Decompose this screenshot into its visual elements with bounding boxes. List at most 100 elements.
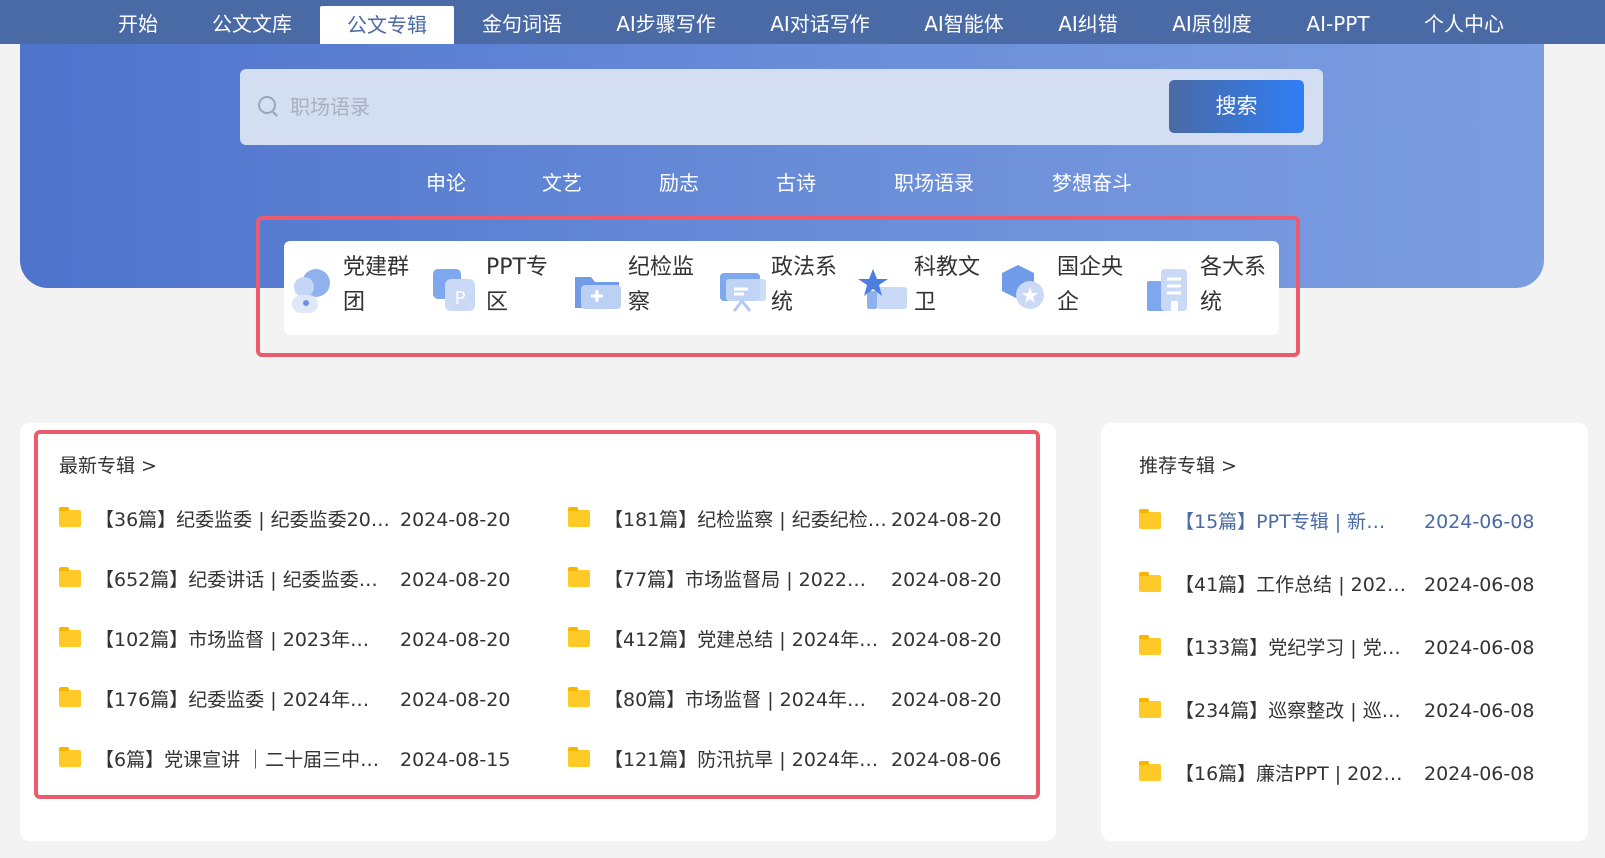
category-party-building[interactable]: 党建群团 bbox=[286, 241, 420, 335]
nav-item-library[interactable]: 公文文库 bbox=[206, 0, 298, 44]
recommended-item[interactable]: 【16篇】廉洁PPT | 2024年廉政教育 2024-06-08 bbox=[1139, 760, 1534, 790]
folder-icon bbox=[1139, 761, 1161, 781]
nav-item-ai-chat-writing[interactable]: AI对话写作 bbox=[762, 0, 878, 44]
recommended-item[interactable]: 【234篇】巡察整改 | 巡察反馈整改 2024-06-08 bbox=[1139, 697, 1534, 727]
recommended-albums-title[interactable]: 推荐专辑 > bbox=[1139, 451, 1237, 478]
album-item[interactable]: 【121篇】防汛抗旱 | 2024年工作部署 2024-08-06 bbox=[568, 746, 1002, 776]
nav-item-profile[interactable]: 个人中心 bbox=[1418, 0, 1510, 44]
album-title: 【181篇】纪检监察 | 纪委纪检工作 bbox=[604, 509, 892, 531]
category-label: 纪检监察 bbox=[628, 255, 695, 315]
album-title: 【6篇】党课宣讲 ｜二十届三中全会精神 bbox=[95, 749, 385, 771]
folder-icon bbox=[59, 507, 81, 527]
album-title: 【121篇】防汛抗旱 | 2024年工作部署 bbox=[604, 749, 892, 771]
top-nav: 开始 公文文库 公文专辑 金句词语 AI步骤写作 AI对话写作 AI智能体 AI… bbox=[0, 0, 1605, 44]
quick-tag-workplace-quotes[interactable]: 职场语录 bbox=[894, 167, 974, 196]
folder-icon bbox=[1139, 635, 1161, 655]
folder-plus-icon bbox=[575, 277, 621, 309]
category-label: 科教文卫 bbox=[914, 255, 981, 315]
quick-tag-inspiration[interactable]: 励志 bbox=[659, 167, 699, 196]
latest-albums-title[interactable]: 最新专辑 > bbox=[59, 451, 157, 478]
ppt-icon: P bbox=[433, 269, 475, 311]
nav-item-ai-correction[interactable]: AI纠错 bbox=[1052, 0, 1124, 44]
album-title: 【77篇】市场监督局 | 2022年工作 bbox=[604, 569, 884, 591]
quick-tag-poetry[interactable]: 古诗 bbox=[776, 167, 816, 196]
album-date: 2024-06-08 bbox=[1424, 763, 1535, 785]
album-date: 2024-08-20 bbox=[400, 629, 511, 651]
category-major-systems[interactable]: 各大系统 bbox=[1143, 241, 1277, 335]
category-discipline-inspection[interactable]: 纪检监察 bbox=[571, 241, 705, 335]
album-item[interactable]: 【6篇】党课宣讲 ｜二十届三中全会精神 2024-08-15 bbox=[59, 746, 511, 776]
folder-icon bbox=[568, 507, 590, 527]
category-label: 国企央企 bbox=[1057, 255, 1124, 315]
album-title: 【16篇】廉洁PPT | 2024年廉政教育 bbox=[1175, 763, 1413, 785]
quick-tag-dreams[interactable]: 梦想奋斗 bbox=[1052, 167, 1132, 196]
album-item[interactable]: 【36篇】纪委监委 | 纪委监委2024年 2024-08-20 bbox=[59, 506, 511, 536]
album-date: 2024-08-20 bbox=[891, 569, 1002, 591]
category-state-enterprises[interactable]: 国企央企 bbox=[1000, 241, 1134, 335]
quick-tag-shenlun[interactable]: 申论 bbox=[426, 167, 466, 196]
album-date: 2024-08-20 bbox=[400, 689, 511, 711]
category-politics-law[interactable]: 政法系统 bbox=[714, 241, 848, 335]
album-date: 2024-08-15 bbox=[400, 749, 511, 771]
folder-icon bbox=[59, 747, 81, 767]
album-title: 【133篇】党纪学习 | 党纪学习教育 bbox=[1175, 637, 1413, 659]
folder-icon bbox=[1139, 572, 1161, 592]
album-item[interactable]: 【181篇】纪检监察 | 纪委纪检工作 2024-08-20 bbox=[568, 506, 1002, 536]
nav-item-ai-ppt[interactable]: AI-PPT bbox=[1298, 0, 1378, 44]
nav-item-phrases[interactable]: 金句词语 bbox=[476, 0, 568, 44]
album-item[interactable]: 【652篇】纪委讲话 | 纪委监委领导讲话 2024-08-20 bbox=[59, 566, 511, 596]
svg-text:P: P bbox=[455, 288, 466, 309]
album-title: 【36篇】纪委监委 | 纪委监委2024年 bbox=[95, 509, 393, 531]
album-title: 【80篇】市场监督 | 2024年工作总结 bbox=[604, 689, 884, 711]
search-input[interactable] bbox=[288, 88, 1152, 126]
folder-icon bbox=[1139, 509, 1161, 529]
category-label: PPT专区 bbox=[486, 255, 548, 315]
album-date: 2024-08-20 bbox=[891, 629, 1002, 651]
nav-item-albums[interactable]: 公文专辑 bbox=[320, 6, 454, 44]
nav-item-ai-originality[interactable]: AI原创度 bbox=[1166, 0, 1258, 44]
badge-icon bbox=[1002, 265, 1044, 309]
album-title: 【234篇】巡察整改 | 巡察反馈整改 bbox=[1175, 700, 1413, 722]
folder-icon bbox=[568, 627, 590, 647]
album-title: 【176篇】纪委监委 | 2024年工作汇报 bbox=[95, 689, 385, 711]
nav-item-start[interactable]: 开始 bbox=[108, 0, 168, 44]
folder-icon bbox=[59, 627, 81, 647]
people-icon bbox=[292, 269, 330, 313]
album-title: 【15篇】PPT专辑 | 新年计划 bbox=[1175, 511, 1393, 533]
latest-highlight-frame bbox=[34, 430, 1040, 799]
album-title: 【412篇】党建总结 | 2024年上半年 bbox=[604, 629, 892, 651]
folder-icon bbox=[568, 747, 590, 767]
folder-icon bbox=[59, 567, 81, 587]
album-date: 2024-08-20 bbox=[891, 689, 1002, 711]
album-date: 2024-08-06 bbox=[891, 749, 1002, 771]
album-item[interactable]: 【412篇】党建总结 | 2024年上半年 2024-08-20 bbox=[568, 626, 1002, 656]
album-title: 【41篇】工作总结 | 2024年上半年 bbox=[1175, 574, 1413, 596]
quick-tag-literature[interactable]: 文艺 bbox=[542, 167, 582, 196]
category-ppt[interactable]: P PPT专区 bbox=[429, 241, 563, 335]
album-item[interactable]: 【102篇】市场监督 | 2023年工作总结 2024-08-20 bbox=[59, 626, 511, 656]
folder-icon bbox=[568, 687, 590, 707]
album-date: 2024-08-20 bbox=[400, 569, 511, 591]
album-date: 2024-08-20 bbox=[891, 509, 1002, 531]
album-title: 【652篇】纪委讲话 | 纪委监委领导讲话 bbox=[95, 569, 393, 591]
search-button[interactable]: 搜索 bbox=[1169, 80, 1304, 133]
recommended-item[interactable]: 【15篇】PPT专辑 | 新年计划 2024-06-08 bbox=[1139, 508, 1534, 538]
album-date: 2024-06-08 bbox=[1424, 574, 1535, 596]
album-date: 2024-06-08 bbox=[1424, 511, 1535, 533]
category-label: 党建群团 bbox=[343, 255, 410, 315]
search-icon bbox=[258, 96, 276, 114]
album-item[interactable]: 【77篇】市场监督局 | 2022年工作 2024-08-20 bbox=[568, 566, 1002, 596]
recommended-item[interactable]: 【41篇】工作总结 | 2024年上半年 2024-06-08 bbox=[1139, 571, 1534, 601]
recommended-item[interactable]: 【133篇】党纪学习 | 党纪学习教育 2024-06-08 bbox=[1139, 634, 1534, 664]
album-item[interactable]: 【176篇】纪委监委 | 2024年工作汇报 2024-08-20 bbox=[59, 686, 511, 716]
folder-icon bbox=[568, 567, 590, 587]
folder-icon bbox=[1139, 698, 1161, 718]
album-date: 2024-08-20 bbox=[400, 509, 511, 531]
star-books-icon bbox=[858, 269, 907, 309]
album-item[interactable]: 【80篇】市场监督 | 2024年工作总结 2024-08-20 bbox=[568, 686, 1002, 716]
nav-item-ai-agent[interactable]: AI智能体 bbox=[918, 0, 1010, 44]
category-science-education[interactable]: 科教文卫 bbox=[857, 241, 991, 335]
album-date: 2024-06-08 bbox=[1424, 637, 1535, 659]
nav-item-ai-step-writing[interactable]: AI步骤写作 bbox=[608, 0, 724, 44]
album-title: 【102篇】市场监督 | 2023年工作总结 bbox=[95, 629, 385, 651]
